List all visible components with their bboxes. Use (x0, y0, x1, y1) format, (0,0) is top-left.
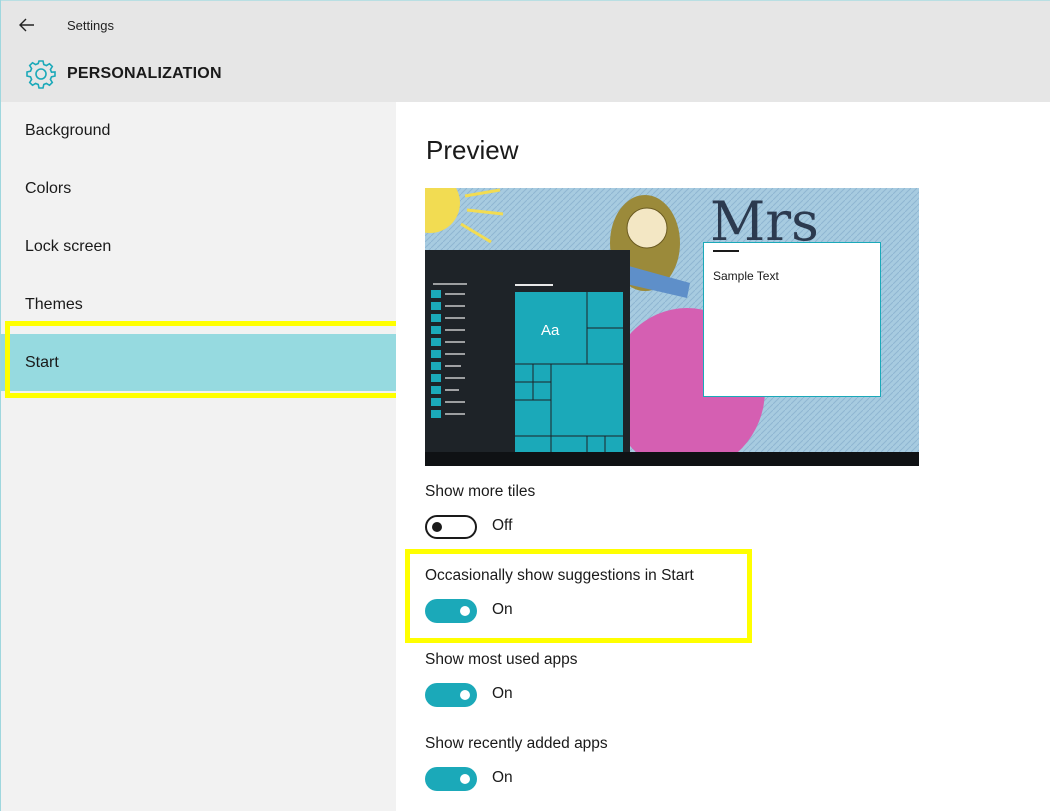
back-arrow-icon (19, 18, 34, 32)
show-more-tiles-toggle[interactable] (425, 515, 477, 539)
toggle-knob (460, 774, 470, 784)
sidebar-item-lock-screen[interactable]: Lock screen (1, 218, 396, 275)
most-used-apps-state: On (492, 685, 513, 702)
title-bar: Settings (1, 0, 1050, 50)
sidebar: Background Colors Lock screen Themes Sta… (1, 102, 396, 811)
preview-sample-text: Sample Text (713, 269, 779, 283)
most-used-apps-label: Show most used apps (425, 651, 578, 668)
section-header: PERSONALIZATION (1, 50, 1050, 102)
toggle-knob (460, 606, 470, 616)
sidebar-item-label: Themes (25, 296, 83, 313)
suggestions-toggle[interactable] (425, 599, 477, 623)
sidebar-item-background[interactable]: Background (1, 102, 396, 159)
window-title: Settings (67, 18, 114, 33)
toggle-knob (432, 522, 442, 532)
preview-window-title-line (713, 250, 739, 252)
gear-icon (26, 60, 56, 89)
show-more-tiles-label: Show more tiles (425, 483, 536, 500)
preview-window: Sample Text (703, 242, 881, 397)
sidebar-item-label: Start (25, 354, 59, 371)
preview-tiles-header-line (515, 284, 553, 286)
start-preview: Mrs Aa Sample Text (425, 188, 919, 466)
sidebar-item-colors[interactable]: Colors (1, 160, 396, 217)
preview-heading: Preview (426, 135, 519, 165)
recently-added-apps-state: On (492, 769, 513, 786)
preview-start-menu: Aa (425, 250, 630, 466)
preview-tile-grid (515, 292, 623, 454)
page-title: PERSONALIZATION (67, 65, 222, 82)
recently-added-apps-toggle[interactable] (425, 767, 477, 791)
preview-taskbar (425, 452, 919, 466)
sidebar-item-label: Lock screen (25, 238, 112, 255)
show-more-tiles-state: Off (492, 517, 513, 534)
sidebar-item-themes[interactable]: Themes (1, 276, 396, 333)
sidebar-item-start[interactable]: Start (1, 334, 396, 391)
most-used-apps-toggle[interactable] (425, 683, 477, 707)
suggestions-label: Occasionally show suggestions in Start (425, 567, 694, 584)
sidebar-item-label: Background (25, 122, 111, 139)
preview-app-list (431, 283, 467, 418)
preview-tile-label: Aa (541, 322, 560, 339)
settings-window: Settings PERSONALIZATION Background Colo… (0, 0, 1050, 811)
toggle-knob (460, 690, 470, 700)
sidebar-item-label: Colors (25, 180, 72, 197)
preview-tiles: Aa (515, 292, 623, 454)
recently-added-apps-label: Show recently added apps (425, 735, 608, 752)
suggestions-state: On (492, 601, 513, 618)
main-content: Preview Mrs Aa Sample Text Show more til… (396, 102, 1050, 811)
back-button[interactable] (13, 11, 41, 39)
